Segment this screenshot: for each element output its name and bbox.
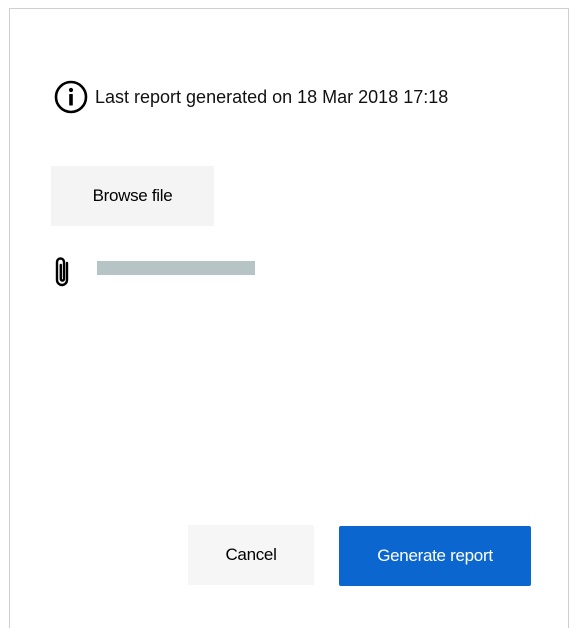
generate-report-dialog: Last report generated on 18 Mar 2018 17:…	[9, 8, 569, 628]
attachment-row	[52, 254, 74, 290]
generate-report-button[interactable]: Generate report	[339, 526, 531, 586]
info-icon	[53, 79, 89, 115]
cancel-button[interactable]: Cancel	[188, 525, 314, 585]
last-report-text: Last report generated on 18 Mar 2018 17:…	[95, 87, 449, 107]
last-report-info: Last report generated on 18 Mar 2018 17:…	[53, 79, 448, 115]
attached-file-name	[97, 261, 255, 275]
browse-file-button[interactable]: Browse file	[51, 166, 214, 226]
paperclip-icon	[52, 254, 74, 290]
